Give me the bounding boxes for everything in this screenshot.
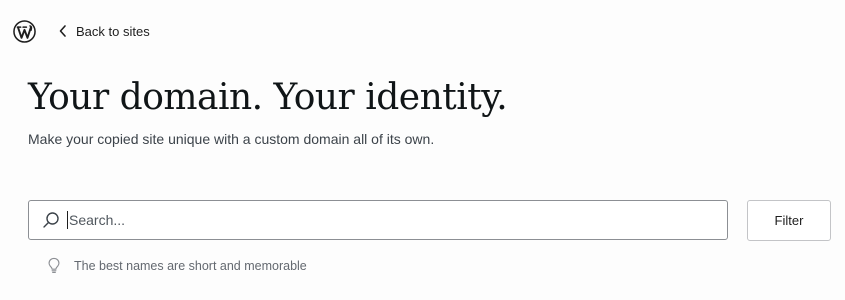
chevron-left-icon	[59, 25, 66, 37]
back-to-sites-label: Back to sites	[76, 23, 150, 39]
search-hint: The best names are short and memorable	[47, 257, 307, 274]
wordpress-logo-icon[interactable]	[13, 20, 36, 43]
page-title: Your domain. Your identity.	[28, 77, 508, 118]
filter-button-label: Filter	[774, 213, 804, 228]
domain-search-box[interactable]	[28, 200, 728, 240]
search-input[interactable]	[67, 211, 727, 229]
filter-button[interactable]: Filter	[747, 200, 831, 241]
back-to-sites-link[interactable]: Back to sites	[58, 22, 150, 40]
lightbulb-icon	[48, 257, 60, 274]
page-subtitle: Make your copied site unique with a cust…	[28, 131, 435, 147]
hint-text: The best names are short and memorable	[74, 258, 307, 273]
search-icon	[43, 212, 59, 228]
